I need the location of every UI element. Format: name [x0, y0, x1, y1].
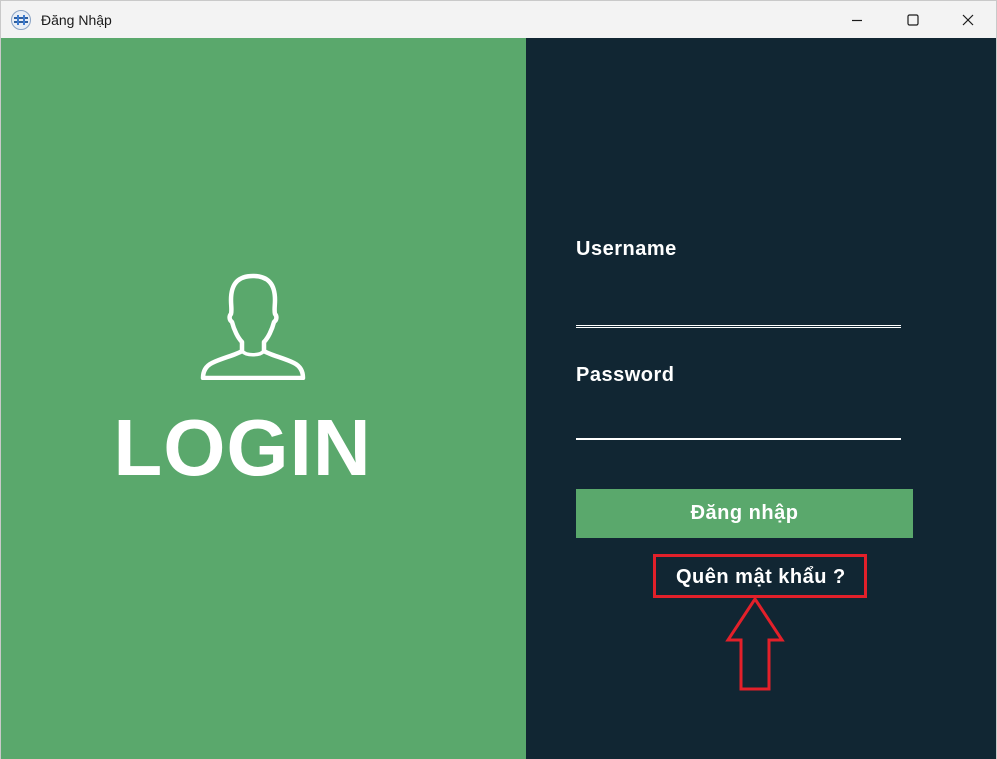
password-label: Password [576, 364, 675, 386]
user-outline-icon [200, 273, 306, 380]
login-banner-panel: LOGIN [1, 38, 526, 759]
app-logo-icon [11, 10, 31, 30]
maximize-button[interactable] [886, 1, 940, 38]
title-bar: Đăng Nhập [1, 1, 996, 38]
login-button[interactable]: Đăng nhập [576, 489, 913, 538]
forgot-password-link[interactable]: Quên mật khẩu ? [676, 566, 846, 589]
login-heading: LOGIN [113, 403, 372, 492]
login-form-panel: Username Password Đăng nhập Quên mật khẩ… [526, 38, 996, 759]
window-content: LOGIN Username Password Đăng nhập Quên m… [1, 38, 996, 759]
minimize-button[interactable] [830, 1, 884, 38]
window-title: Đăng Nhập [41, 12, 112, 28]
login-window: Đăng Nhập LOGIN Username Password Đăng n… [0, 0, 997, 759]
password-field[interactable] [576, 406, 901, 440]
username-field[interactable] [576, 294, 901, 328]
close-icon [962, 14, 974, 25]
maximize-icon [907, 13, 919, 26]
close-button[interactable] [941, 1, 995, 38]
username-label: Username [576, 238, 677, 260]
up-arrow-outline-icon [725, 596, 785, 691]
minimize-icon [852, 19, 862, 21]
